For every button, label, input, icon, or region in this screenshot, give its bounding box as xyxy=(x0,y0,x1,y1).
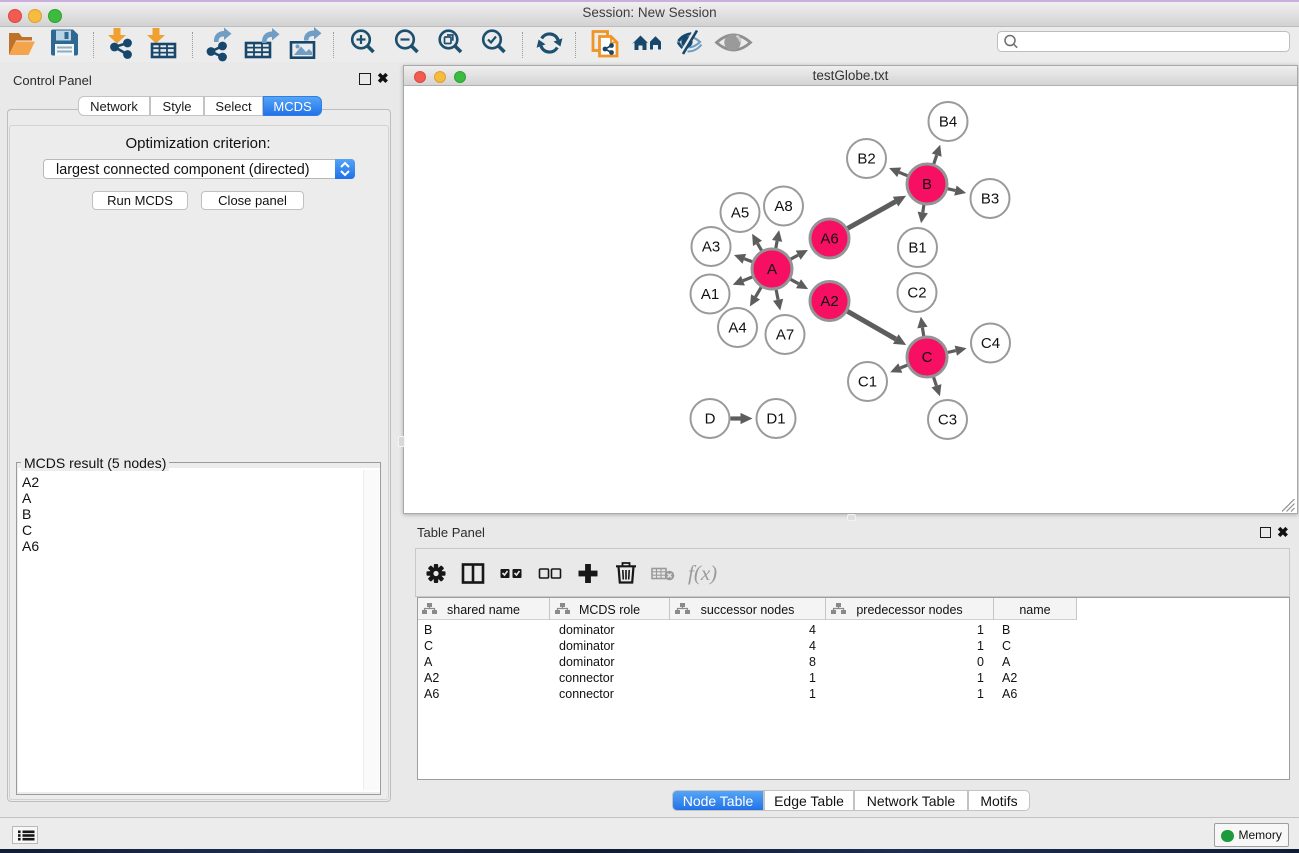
svg-text:B2: B2 xyxy=(857,151,875,168)
svg-text:B4: B4 xyxy=(939,114,957,131)
svg-text:A2: A2 xyxy=(820,293,838,310)
svg-text:C3: C3 xyxy=(938,412,957,429)
svg-text:C2: C2 xyxy=(907,285,926,302)
svg-text:A1: A1 xyxy=(701,286,719,303)
svg-text:A4: A4 xyxy=(728,320,746,337)
svg-text:A6: A6 xyxy=(820,231,838,248)
svg-text:A8: A8 xyxy=(774,198,792,215)
svg-text:B: B xyxy=(922,176,932,193)
svg-text:A7: A7 xyxy=(776,327,794,344)
svg-text:C4: C4 xyxy=(981,335,1000,352)
svg-text:C1: C1 xyxy=(858,374,877,391)
svg-text:D1: D1 xyxy=(766,411,785,428)
svg-text:f(x): f(x) xyxy=(688,561,717,585)
svg-text:B3: B3 xyxy=(981,191,999,208)
svg-text:A: A xyxy=(767,261,777,278)
svg-text:A3: A3 xyxy=(702,239,720,256)
svg-text:B1: B1 xyxy=(908,240,926,257)
svg-text:D: D xyxy=(705,411,716,428)
svg-text:C: C xyxy=(922,349,933,366)
svg-text:A5: A5 xyxy=(731,205,749,222)
